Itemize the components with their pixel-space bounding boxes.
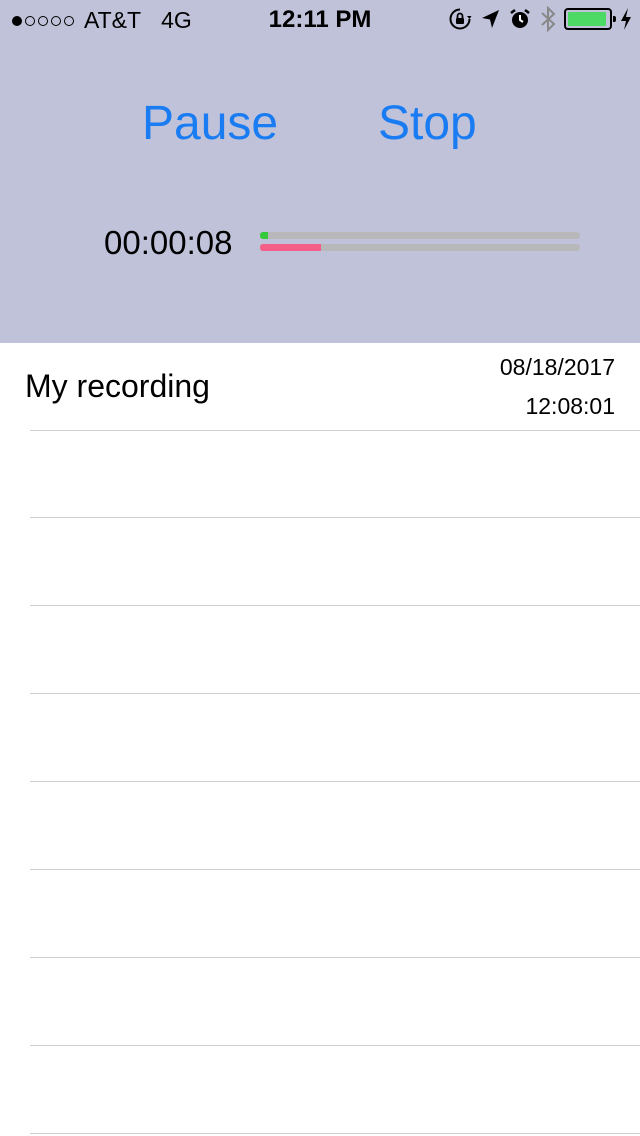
recording-time: 12:08:01 xyxy=(525,393,615,419)
alarm-icon xyxy=(510,9,530,28)
level-meter-1-fill xyxy=(260,232,268,239)
empty-row xyxy=(30,782,640,870)
empty-row xyxy=(30,606,640,694)
recording-name: My recording xyxy=(25,368,210,404)
empty-row xyxy=(30,870,640,958)
orientation-lock-icon xyxy=(449,8,472,30)
stop-button[interactable]: Stop xyxy=(378,92,488,156)
bluetooth-icon xyxy=(541,6,556,32)
empty-row xyxy=(30,430,640,518)
empty-row xyxy=(30,1046,640,1134)
recordings-list: My recording 08/18/2017 12:08:01 xyxy=(0,343,640,1136)
empty-row xyxy=(30,694,640,782)
recorder-header: AT&T 4G 12:11 PM Pause Stop 00:00:08 xyxy=(0,0,640,343)
charging-bolt-icon xyxy=(621,8,631,30)
battery-icon xyxy=(564,8,616,30)
level-meter-1 xyxy=(260,232,580,239)
status-right xyxy=(448,6,632,32)
empty-row xyxy=(30,518,640,606)
empty-row xyxy=(30,958,640,1046)
level-meter-2-fill xyxy=(260,244,321,251)
recording-row[interactable]: My recording 08/18/2017 12:08:01 xyxy=(0,343,640,431)
status-bar: AT&T 4G 12:11 PM xyxy=(0,0,640,40)
empty-rows xyxy=(0,430,640,1134)
battery-fill xyxy=(568,12,606,26)
battery-tip xyxy=(613,16,616,22)
recording-date: 08/18/2017 xyxy=(499,354,615,380)
elapsed-time: 00:00:08 xyxy=(104,224,233,261)
level-meter-2 xyxy=(260,244,580,251)
pause-button[interactable]: Pause xyxy=(142,92,282,156)
location-arrow-icon xyxy=(482,10,499,28)
